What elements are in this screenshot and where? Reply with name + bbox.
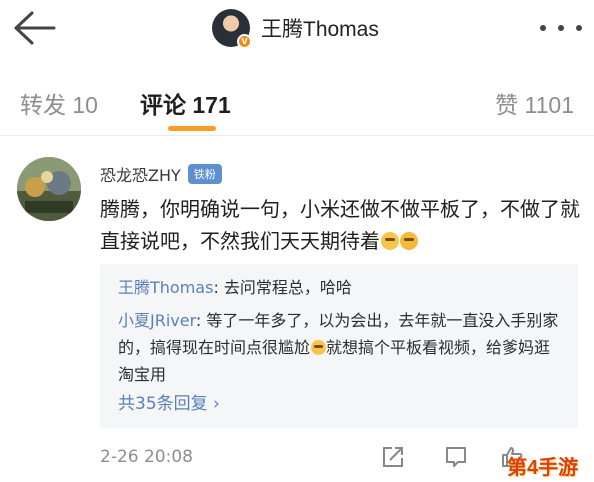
ellipsis-horizontal-icon: [540, 25, 546, 31]
verified-v-badge-icon: V: [237, 34, 252, 49]
replies-box[interactable]: 王腾Thomas: 去问常程总，哈哈 小夏JRiver: 等了一年多了，以为会出…: [100, 264, 578, 428]
comment-body: 腾腾，你明确说一句，小米还做不做平板了，不做了就直接说吧，不然我们天天期待着: [100, 197, 580, 253]
fan-badge: 铁粉: [187, 164, 222, 184]
comment-timestamp: 2-26 20:08: [100, 447, 193, 467]
more-replies-link[interactable]: 共35条回复 ›: [118, 389, 220, 414]
reply-item[interactable]: 王腾Thomas: 去问常程总，哈哈: [118, 274, 560, 301]
profile-header[interactable]: V 王腾Thomas: [212, 8, 379, 49]
watermark-text: 第4手游: [507, 456, 579, 479]
tab-likes[interactable]: 赞 1101: [495, 86, 574, 120]
cry-emoji-icon: [400, 232, 418, 250]
laugh-cry-emoji-icon: [381, 232, 399, 250]
arrow-left-icon: [14, 11, 56, 45]
commenter: 恐龙恐ZHY 铁粉: [100, 162, 222, 186]
laugh-cry-emoji-icon: [311, 340, 327, 355]
watermark: 第4手游: [507, 450, 578, 480]
top-bar: V 王腾Thomas: [0, 0, 594, 62]
commenter-name[interactable]: 恐龙恐ZHY: [100, 162, 181, 186]
avatar-image: [17, 157, 81, 221]
reply-separator: :: [195, 311, 207, 330]
back-button[interactable]: [12, 10, 56, 46]
username[interactable]: 王腾Thomas: [261, 13, 379, 43]
reply-separator: :: [213, 278, 224, 297]
more-button[interactable]: [540, 18, 582, 38]
comment-icon: [446, 447, 466, 467]
comment-text: 腾腾，你明确说一句，小米还做不做平板了，不做了就直接说吧，不然我们天天期待着: [100, 193, 580, 257]
tab-forward[interactable]: 转发 10: [20, 86, 98, 120]
reply-author[interactable]: 小夏JRiver: [118, 311, 196, 330]
avatar[interactable]: V: [212, 9, 252, 49]
reply-button[interactable]: [444, 445, 468, 469]
reply-author[interactable]: 王腾Thomas: [118, 278, 213, 297]
reply-text: 去问常程总，哈哈: [223, 278, 352, 297]
share-icon: [383, 447, 403, 467]
tab-comments[interactable]: 评论 171: [140, 86, 231, 120]
reply-item[interactable]: 小夏JRiver: 等了一年多了，以为会出，去年就一直没入手别家的，搞得现在时间…: [118, 307, 560, 388]
active-tab-indicator: [168, 126, 216, 131]
tab-bar: 转发 10 评论 171 赞 1101: [0, 76, 594, 136]
avatar[interactable]: [17, 157, 81, 221]
share-button[interactable]: [381, 445, 405, 469]
